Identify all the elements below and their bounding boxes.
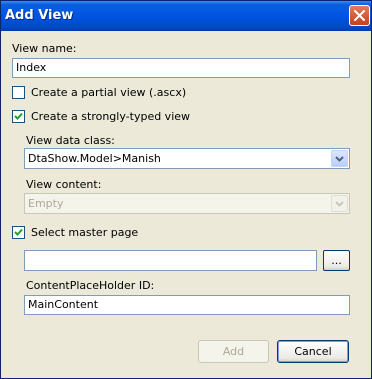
- close-icon: [354, 10, 365, 21]
- checkmark-icon: [14, 228, 23, 236]
- view-content-dropdown-button: [331, 195, 348, 212]
- chevron-down-icon: [335, 200, 344, 207]
- master-page-label[interactable]: Select master page: [31, 226, 138, 239]
- view-name-input[interactable]: Index: [12, 58, 350, 78]
- chevron-down-icon: [335, 155, 344, 162]
- view-data-class-dropdown-button[interactable]: [331, 150, 348, 167]
- content-placeholder-input[interactable]: MainContent: [24, 295, 350, 315]
- checkmark-icon: [14, 112, 23, 120]
- title-bar[interactable]: Add View: [1, 1, 371, 31]
- strongly-typed-label[interactable]: Create a strongly-typed view: [31, 110, 190, 123]
- browse-button[interactable]: ...: [323, 250, 350, 271]
- close-button[interactable]: [349, 5, 370, 26]
- view-content-value: Empty: [28, 197, 64, 210]
- view-data-class-select[interactable]: DtaShow.Model>Manish: [24, 148, 350, 169]
- view-content-label: View content:: [26, 178, 102, 191]
- cancel-button[interactable]: Cancel: [277, 340, 349, 363]
- view-content-select: Empty: [24, 193, 350, 214]
- partial-view-checkbox[interactable]: [12, 86, 25, 99]
- add-view-dialog: Add View View name: Index Create a parti…: [0, 0, 372, 379]
- master-page-checkbox[interactable]: [12, 226, 25, 239]
- partial-view-label[interactable]: Create a partial view (.ascx): [31, 86, 186, 99]
- strongly-typed-checkbox[interactable]: [12, 110, 25, 123]
- master-page-path-input[interactable]: [24, 250, 317, 271]
- view-data-class-label: View data class:: [26, 134, 115, 147]
- add-button[interactable]: Add: [198, 340, 269, 363]
- view-name-label: View name:: [12, 42, 77, 55]
- content-placeholder-label: ContentPlaceHolder ID:: [26, 279, 155, 292]
- dialog-title: Add View: [5, 8, 74, 23]
- dialog-body: View name: Index Create a partial view (…: [1, 31, 371, 378]
- view-data-class-value: DtaShow.Model>Manish: [28, 152, 161, 165]
